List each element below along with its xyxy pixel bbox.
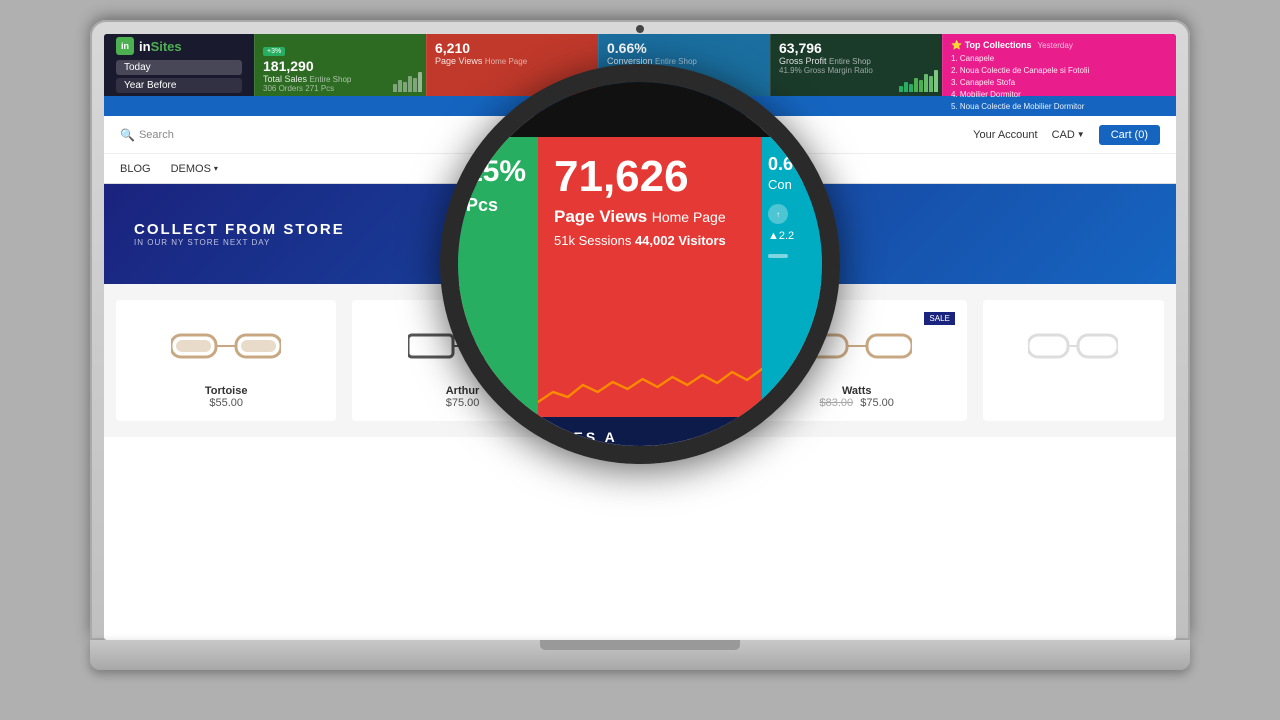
stat-number-profit: 63,796 bbox=[779, 40, 934, 56]
product-price-tortoise: $55.00 bbox=[128, 397, 324, 409]
insites-logo-text: inSites bbox=[139, 39, 182, 54]
product-card-tortoise[interactable]: Tortoise $55.00 bbox=[116, 300, 336, 421]
mag-conversion-number: 0.6 bbox=[768, 155, 816, 173]
hero-collect-title: COLLECT FROM STORE bbox=[134, 221, 345, 238]
hero-collect-section: COLLECT FROM STORE IN OUR NY STORE NEXT … bbox=[134, 221, 345, 247]
magnifier-overlay: 15% Pcs 71,626 Page Views Home Page bbox=[440, 64, 840, 464]
stat-tile-total-sales: +3% 181,290 Total Sales Entire Shop 306 … bbox=[254, 34, 426, 96]
store-search[interactable]: 🔍 Search bbox=[120, 128, 174, 142]
nav-blog[interactable]: BLOG bbox=[120, 163, 151, 175]
mag-green-blue-bottom bbox=[458, 414, 538, 444]
product-image-extra bbox=[995, 312, 1152, 377]
hero-collect-sub: IN OUR NY STORE NEXT DAY bbox=[134, 238, 345, 247]
mag-page-views-label: Page Views Home Page bbox=[554, 205, 746, 229]
nav-demos[interactable]: DEMOS ▾ bbox=[171, 163, 218, 175]
product-image-tortoise bbox=[128, 312, 324, 377]
insites-logo-icon: in bbox=[116, 37, 134, 55]
mag-page-views-stats: 51k Sessions 44,002 Visitors bbox=[554, 233, 746, 248]
store-header-right: Your Account CAD ▼ Cart (0) bbox=[973, 125, 1160, 145]
currency-selector[interactable]: CAD ▼ bbox=[1052, 129, 1085, 141]
cart-button[interactable]: Cart (0) bbox=[1099, 125, 1160, 145]
laptop-camera bbox=[636, 25, 644, 33]
sale-price-watts: $75.00 bbox=[860, 397, 894, 409]
insites-logo-section: in inSites Today Year Before bbox=[104, 34, 254, 96]
laptop-hinge bbox=[540, 640, 740, 650]
product-name-tortoise: Tortoise bbox=[128, 385, 324, 397]
stat-label-profit: Gross Profit Entire Shop bbox=[779, 56, 934, 66]
mag-green-percent: 15% bbox=[466, 157, 530, 187]
mag-green-pcs: Pcs bbox=[466, 195, 530, 216]
mag-conversion-label: Con bbox=[768, 177, 816, 192]
laptop-container: in inSites Today Year Before +3% 181,290… bbox=[90, 20, 1190, 700]
mag-cyan-tile: 0.6 Con ↑ ▲2.2 bbox=[762, 137, 822, 417]
laptop-base bbox=[90, 640, 1190, 670]
stat-label-views: Page Views Home Page bbox=[435, 56, 590, 66]
laptop-screen: in inSites Today Year Before +3% 181,290… bbox=[104, 34, 1176, 640]
chevron-down-icon: ▼ bbox=[1077, 130, 1085, 139]
chevron-demos-icon: ▾ bbox=[214, 164, 218, 173]
laptop-screen-bezel: in inSites Today Year Before +3% 181,290… bbox=[90, 20, 1190, 640]
mag-dark-top bbox=[458, 82, 822, 137]
stat-number-views: 6,210 bbox=[435, 40, 590, 56]
original-price-watts: $83.00 bbox=[820, 397, 854, 409]
account-link[interactable]: Your Account bbox=[973, 129, 1037, 141]
mag-green-tile: 15% Pcs bbox=[458, 137, 538, 446]
insites-logo: in inSites bbox=[116, 37, 242, 55]
mag-conversion-change: ▲2.2 bbox=[768, 230, 816, 242]
mag-bottom-label: B bbox=[631, 443, 648, 464]
stat-tile-top-collections: ⭐ Top Collections Yesterday 1. Canapele … bbox=[942, 34, 1176, 96]
search-icon: 🔍 bbox=[120, 128, 135, 142]
mag-wave-chart bbox=[538, 347, 762, 417]
product-card-extra[interactable] bbox=[983, 300, 1164, 421]
sale-badge: SALE bbox=[924, 312, 954, 325]
stat-number-conversion: 0.66% bbox=[607, 40, 762, 56]
search-label: Search bbox=[139, 129, 174, 141]
mag-red-tile: 71,626 Page Views Home Page 51k Sessions… bbox=[538, 137, 762, 417]
year-before-button[interactable]: Year Before bbox=[116, 78, 242, 93]
stat-badge-sales: +3% bbox=[263, 47, 285, 56]
mag-page-views-number: 71,626 bbox=[554, 155, 746, 199]
today-button[interactable]: Today bbox=[116, 60, 242, 75]
